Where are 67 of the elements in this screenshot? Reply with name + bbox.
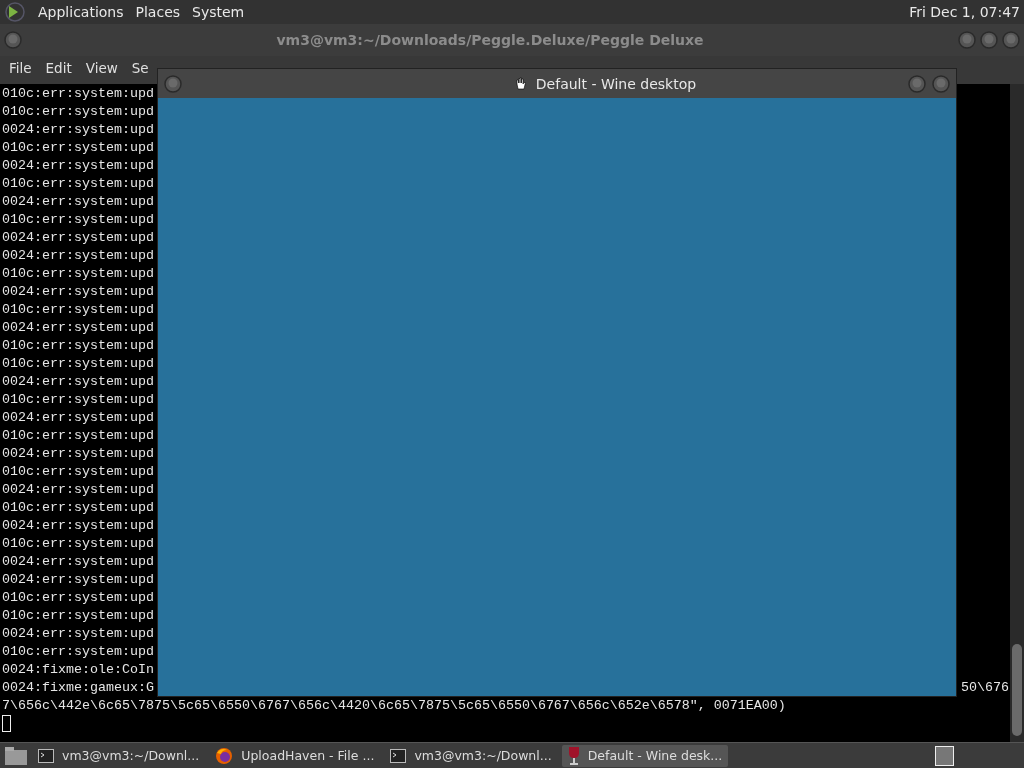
menu-item[interactable]: File [9, 60, 32, 76]
logo-icon[interactable] [4, 2, 26, 22]
menu-item[interactable]: View [85, 60, 118, 76]
clock[interactable]: Fri Dec 1, 07:47 [909, 4, 1020, 20]
terminal-line: 0024:err:system:upd [2, 571, 154, 589]
taskbar-button[interactable]: vm3@vm3:~/Downl... [384, 744, 558, 767]
terminal-line: 0024:err:system:upd [2, 445, 154, 463]
terminal-line: 010c:err:system:upd [2, 175, 154, 193]
terminal-line: 010c:err:system:upd [2, 211, 154, 229]
terminal-icon [390, 748, 407, 763]
terminal-line: 010c:err:system:upd [2, 463, 154, 481]
terminal-line: 010c:err:system:upd [2, 103, 154, 121]
browser-icon [215, 746, 234, 765]
panel-menu[interactable]: Applications [38, 4, 124, 20]
terminal-line: 0024:err:system:upd [2, 373, 154, 391]
text-cursor [2, 715, 11, 732]
wine-glass-icon [567, 745, 580, 766]
terminal-line: 0024:err:system:upd [2, 517, 154, 535]
terminal-line: 0024:err:system:upd [2, 121, 154, 139]
panel-menu[interactable]: System [192, 4, 245, 20]
window-menu-button[interactable] [4, 31, 22, 49]
terminal-line: 010c:err:system:upd [2, 355, 154, 373]
maximize-button[interactable] [980, 31, 998, 49]
close-button[interactable] [932, 74, 950, 93]
terminal-line: 7\656c\442e\6c65\7875\5c65\6550\6767\656c\4420\6c65\7875\5c65\6550\6767\656c\652e\6578", 0071EA00) [2, 697, 786, 715]
terminal-line: 0024:fixme:gameux:G [2, 679, 154, 697]
terminal-line: 010c:err:system:upd [2, 589, 154, 607]
terminal-line: 0024:fixme:ole:CoIn [2, 661, 154, 679]
menu-item[interactable]: Edit [45, 60, 72, 76]
terminal-line: 0024:err:system:upd [2, 157, 154, 175]
terminal-line: 010c:err:system:upd [2, 427, 154, 445]
terminal-icon [38, 748, 54, 763]
taskbar-button[interactable]: vm3@vm3:~/Downl... [32, 744, 206, 767]
minimize-button[interactable] [958, 31, 976, 49]
scrollbar[interactable] [1010, 84, 1024, 742]
terminal-line: 010c:err:system:upd [2, 85, 154, 103]
terminal-line: 010c:err:system:upd [2, 607, 154, 625]
terminal-line: 0024:err:system:upd [2, 229, 154, 247]
taskbar-button[interactable]: Default - Wine desk... [561, 744, 729, 767]
terminal-line: 0024:err:system:upd [2, 193, 154, 211]
terminal-line: 010c:err:system:upd [2, 265, 154, 283]
panel-menu[interactable]: Places [135, 4, 181, 20]
terminal-line: 0024:err:system:upd [2, 481, 154, 499]
terminal-line: 0024:err:system:upd [2, 247, 154, 265]
window-menu-button[interactable] [164, 74, 182, 93]
terminal-line: 0024:err:system:upd [2, 319, 154, 337]
terminal-line: 010c:err:system:upd [2, 391, 154, 409]
terminal-line: 0024:err:system:upd [2, 553, 154, 571]
terminal-line: 010c:err:system:upd [2, 301, 154, 319]
terminal-line: 0024:err:system:upd [2, 283, 154, 301]
terminal-line: 010c:err:system:upd [2, 499, 154, 517]
terminal-line: 010c:err:system:upd [2, 139, 154, 157]
minimize-button[interactable] [908, 74, 926, 93]
menu-item[interactable]: Se [131, 60, 149, 76]
terminal-line: 010c:err:system:upd [2, 643, 154, 661]
taskbar-button[interactable]: UploadHaven - File ... [209, 744, 381, 767]
window-title: Default - Wine desktop [535, 75, 697, 92]
terminal-line: 50\676 [961, 679, 1009, 697]
terminal-line: 010c:err:system:upd [2, 535, 154, 553]
terminal-line: 010c:err:system:upd [2, 337, 154, 355]
hand-cursor-icon [513, 76, 528, 91]
close-button[interactable] [1002, 31, 1020, 49]
terminal-line: 0024:err:system:upd [2, 409, 154, 427]
workspace-switcher[interactable] [935, 745, 954, 766]
terminal-line: 0024:err:system:upd [2, 625, 154, 643]
show-desktop-icon[interactable] [4, 745, 28, 766]
window-title: vm3@vm3:~/Downloads/Peggle.Deluxe/Peggle Deluxe [275, 32, 705, 48]
